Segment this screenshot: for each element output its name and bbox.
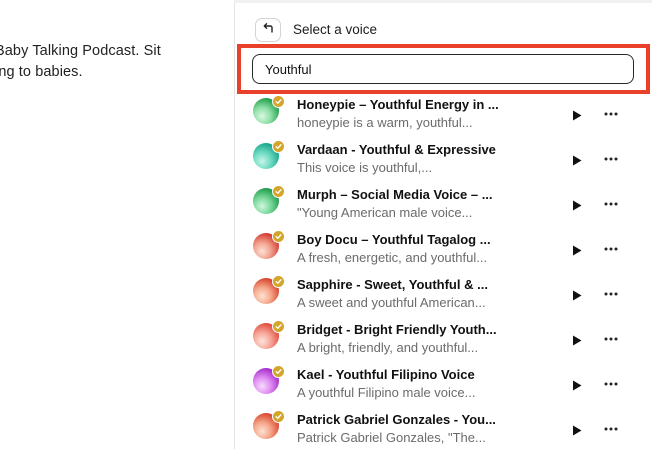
voice-list-item[interactable]: Patrick Gabriel Gonzales - You... Patric… bbox=[235, 404, 652, 449]
verified-badge-icon bbox=[272, 140, 285, 153]
verified-badge-icon bbox=[272, 230, 285, 243]
more-options-icon[interactable] bbox=[602, 422, 620, 436]
play-icon[interactable] bbox=[570, 333, 584, 347]
verified-badge-icon bbox=[272, 320, 285, 333]
voice-list-item[interactable]: Sapphire - Sweet, Youthful & ... A sweet… bbox=[235, 269, 652, 314]
voice-name: Kael - Youthful Filipino Voice bbox=[297, 367, 475, 382]
voice-name: Boy Docu – Youthful Tagalog ... bbox=[297, 232, 491, 247]
voice-list-item[interactable]: Vardaan - Youthful & Expressive This voi… bbox=[235, 134, 652, 179]
voice-list-item[interactable]: Boy Docu – Youthful Tagalog ... A fresh,… bbox=[235, 224, 652, 269]
voice-description: A sweet and youthful American... bbox=[297, 295, 486, 310]
play-icon[interactable] bbox=[570, 198, 584, 212]
voice-name: Patrick Gabriel Gonzales - You... bbox=[297, 412, 496, 427]
voice-description: This voice is youthful,... bbox=[297, 160, 433, 175]
more-options-icon[interactable] bbox=[602, 287, 620, 301]
play-icon[interactable] bbox=[570, 243, 584, 257]
more-options-icon[interactable] bbox=[602, 107, 620, 121]
voice-description: A fresh, energetic, and youthful... bbox=[297, 250, 488, 265]
play-icon[interactable] bbox=[570, 153, 584, 167]
panel-header: Select a voice bbox=[235, 3, 652, 45]
voice-list-item[interactable]: Kael - Youthful Filipino Voice A youthfu… bbox=[235, 359, 652, 404]
search-field[interactable] bbox=[252, 54, 634, 84]
play-icon[interactable] bbox=[570, 108, 584, 122]
more-options-icon[interactable] bbox=[602, 332, 620, 346]
play-icon[interactable] bbox=[570, 423, 584, 437]
voice-selector-panel: Select a voice Honeypie – Youthful Energ… bbox=[234, 3, 652, 449]
more-options-icon[interactable] bbox=[602, 377, 620, 391]
play-icon[interactable] bbox=[570, 378, 584, 392]
more-options-icon[interactable] bbox=[602, 197, 620, 211]
panel-title: Select a voice bbox=[293, 22, 378, 37]
voice-description: honeypie is a warm, youthful... bbox=[297, 115, 473, 130]
voice-name: Murph – Social Media Voice – ... bbox=[297, 187, 493, 202]
voice-name: Bridget - Bright Friendly Youth... bbox=[297, 322, 497, 337]
return-arrow-icon bbox=[262, 21, 274, 39]
editor-text-line-1: Baby Talking Podcast. Sit bbox=[0, 43, 161, 59]
verified-badge-icon bbox=[272, 365, 285, 378]
more-options-icon[interactable] bbox=[602, 242, 620, 256]
script-editor-pane: Baby Talking Podcast. Sit ing to babies. bbox=[0, 0, 234, 449]
voice-list-item[interactable]: Honeypie – Youthful Energy in ... honeyp… bbox=[235, 89, 652, 134]
voice-name: Sapphire - Sweet, Youthful & ... bbox=[297, 277, 488, 292]
verified-badge-icon bbox=[272, 95, 285, 108]
voice-description: "Young American male voice... bbox=[297, 205, 473, 220]
voice-description: Patrick Gabriel Gonzales, "The... bbox=[297, 430, 486, 445]
editor-text[interactable]: Baby Talking Podcast. Sit ing to babies. bbox=[0, 41, 161, 83]
verified-badge-icon bbox=[272, 410, 285, 423]
verified-badge-icon bbox=[272, 185, 285, 198]
more-options-icon[interactable] bbox=[602, 152, 620, 166]
voice-list-item[interactable]: Murph – Social Media Voice – ... "Young … bbox=[235, 179, 652, 224]
search-input[interactable] bbox=[265, 60, 615, 78]
voice-name: Honeypie – Youthful Energy in ... bbox=[297, 97, 499, 112]
voice-description: A bright, friendly, and youthful... bbox=[297, 340, 479, 355]
voice-name: Vardaan - Youthful & Expressive bbox=[297, 142, 496, 157]
editor-text-line-2: ing to babies. bbox=[0, 64, 83, 80]
verified-badge-icon bbox=[272, 275, 285, 288]
play-icon[interactable] bbox=[570, 288, 584, 302]
back-button[interactable] bbox=[255, 18, 281, 42]
voice-list-item[interactable]: Bridget - Bright Friendly Youth... A bri… bbox=[235, 314, 652, 359]
voice-description: A youthful Filipino male voice... bbox=[297, 385, 476, 400]
